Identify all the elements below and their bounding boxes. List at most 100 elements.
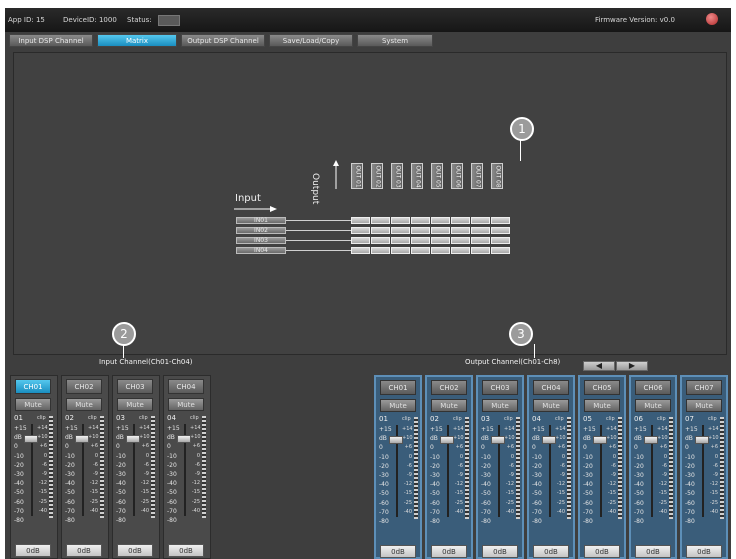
- channel-select-button[interactable]: CH01: [380, 380, 416, 395]
- gain-value-button[interactable]: 0dB: [533, 545, 569, 558]
- tab-input-dsp-channel[interactable]: Input DSP Channel: [9, 34, 93, 47]
- scale-tick: -15: [454, 490, 463, 497]
- channel-select-button[interactable]: CH01: [15, 379, 51, 394]
- gain-value-button[interactable]: 0dB: [380, 545, 416, 558]
- mute-button[interactable]: Mute: [15, 398, 51, 411]
- gain-value-button[interactable]: 0dB: [635, 545, 671, 558]
- matrix-cell[interactable]: [451, 237, 470, 244]
- matrix-cell[interactable]: [351, 217, 370, 224]
- matrix-cell[interactable]: [491, 247, 510, 254]
- matrix-cell[interactable]: [371, 237, 390, 244]
- output-column-07[interactable]: OUT 07: [471, 163, 483, 189]
- fader-knob[interactable]: [593, 436, 607, 444]
- scale-tick: -15: [403, 490, 412, 497]
- channel-select-button[interactable]: CH02: [431, 380, 467, 395]
- gain-value-button[interactable]: 0dB: [66, 544, 102, 557]
- output-column-03[interactable]: OUT 03: [391, 163, 403, 189]
- channel-select-button[interactable]: CH04: [168, 379, 204, 394]
- mute-button[interactable]: Mute: [533, 399, 569, 412]
- output-column-06[interactable]: OUT 06: [451, 163, 463, 189]
- matrix-cell[interactable]: [471, 217, 490, 224]
- mute-button[interactable]: Mute: [380, 399, 416, 412]
- matrix-cell[interactable]: [351, 237, 370, 244]
- matrix-cell[interactable]: [391, 217, 410, 224]
- mute-button[interactable]: Mute: [635, 399, 671, 412]
- gain-value-button[interactable]: 0dB: [15, 544, 51, 557]
- channel-select-button[interactable]: CH06: [635, 380, 671, 395]
- close-icon[interactable]: [706, 13, 718, 25]
- matrix-cell[interactable]: [351, 247, 370, 254]
- tab-matrix[interactable]: Matrix: [97, 34, 177, 47]
- fader-knob[interactable]: [491, 436, 505, 444]
- mute-button[interactable]: Mute: [168, 398, 204, 411]
- tab-system[interactable]: System: [357, 34, 433, 47]
- channel-select-button[interactable]: CH02: [66, 379, 102, 394]
- channel-select-button[interactable]: CH07: [686, 380, 722, 395]
- matrix-cell[interactable]: [451, 217, 470, 224]
- matrix-cell[interactable]: [411, 217, 430, 224]
- matrix-cell[interactable]: [431, 237, 450, 244]
- matrix-cell[interactable]: [471, 247, 490, 254]
- mute-button[interactable]: Mute: [686, 399, 722, 412]
- channel-select-button[interactable]: CH04: [533, 380, 569, 395]
- channel-select-button[interactable]: CH05: [584, 380, 620, 395]
- matrix-cell[interactable]: [451, 247, 470, 254]
- matrix-cell[interactable]: [431, 247, 450, 254]
- gain-value-button[interactable]: 0dB: [168, 544, 204, 557]
- tab-save-load-copy[interactable]: Save/Load/Copy: [269, 34, 353, 47]
- matrix-cell[interactable]: [411, 247, 430, 254]
- output-column-01[interactable]: OUT 01: [351, 163, 363, 189]
- matrix-cell[interactable]: [371, 247, 390, 254]
- matrix-cell[interactable]: [391, 227, 410, 234]
- matrix-cell[interactable]: [431, 217, 450, 224]
- channel-select-button[interactable]: CH03: [117, 379, 153, 394]
- next-page-button[interactable]: ▶: [616, 361, 648, 371]
- input-row-03[interactable]: IN03: [236, 237, 286, 244]
- gain-value-button[interactable]: 0dB: [584, 545, 620, 558]
- fader-knob[interactable]: [542, 436, 556, 444]
- input-row-02[interactable]: IN02: [236, 227, 286, 234]
- matrix-cell[interactable]: [491, 237, 510, 244]
- fader-knob[interactable]: [644, 436, 658, 444]
- fader-knob[interactable]: [126, 435, 140, 443]
- gain-value-button[interactable]: 0dB: [482, 545, 518, 558]
- matrix-cell[interactable]: [371, 227, 390, 234]
- mute-button[interactable]: Mute: [482, 399, 518, 412]
- mute-button[interactable]: Mute: [584, 399, 620, 412]
- input-row-01[interactable]: IN01: [236, 217, 286, 224]
- gain-value-button[interactable]: 0dB: [431, 545, 467, 558]
- fader-knob[interactable]: [24, 435, 38, 443]
- scale-tick: 0: [116, 443, 120, 451]
- fader-knob[interactable]: [695, 436, 709, 444]
- matrix-cell[interactable]: [431, 227, 450, 234]
- output-column-05[interactable]: OUT 05: [431, 163, 443, 189]
- matrix-cell[interactable]: [391, 237, 410, 244]
- matrix-cell[interactable]: [391, 247, 410, 254]
- mute-button[interactable]: Mute: [431, 399, 467, 412]
- matrix-cell[interactable]: [491, 217, 510, 224]
- gain-value-button[interactable]: 0dB: [686, 545, 722, 558]
- output-column-08[interactable]: OUT 08: [491, 163, 503, 189]
- matrix-cell[interactable]: [491, 227, 510, 234]
- matrix-cell[interactable]: [471, 227, 490, 234]
- prev-page-button[interactable]: ◀: [583, 361, 615, 371]
- matrix-cell[interactable]: [351, 227, 370, 234]
- channel-select-button[interactable]: CH03: [482, 380, 518, 395]
- scale-tick: +10: [606, 435, 617, 442]
- mute-button[interactable]: Mute: [66, 398, 102, 411]
- output-column-02[interactable]: OUT 02: [371, 163, 383, 189]
- mute-button[interactable]: Mute: [117, 398, 153, 411]
- fader-knob[interactable]: [75, 435, 89, 443]
- matrix-cell[interactable]: [411, 237, 430, 244]
- fader-knob[interactable]: [389, 436, 403, 444]
- input-row-04[interactable]: IN04: [236, 247, 286, 254]
- matrix-cell[interactable]: [411, 227, 430, 234]
- fader-knob[interactable]: [177, 435, 191, 443]
- matrix-cell[interactable]: [471, 237, 490, 244]
- fader-knob[interactable]: [440, 436, 454, 444]
- tab-output-dsp-channel[interactable]: Output DSP Channel: [181, 34, 265, 47]
- matrix-cell[interactable]: [451, 227, 470, 234]
- output-column-04[interactable]: OUT 04: [411, 163, 423, 189]
- matrix-cell[interactable]: [371, 217, 390, 224]
- gain-value-button[interactable]: 0dB: [117, 544, 153, 557]
